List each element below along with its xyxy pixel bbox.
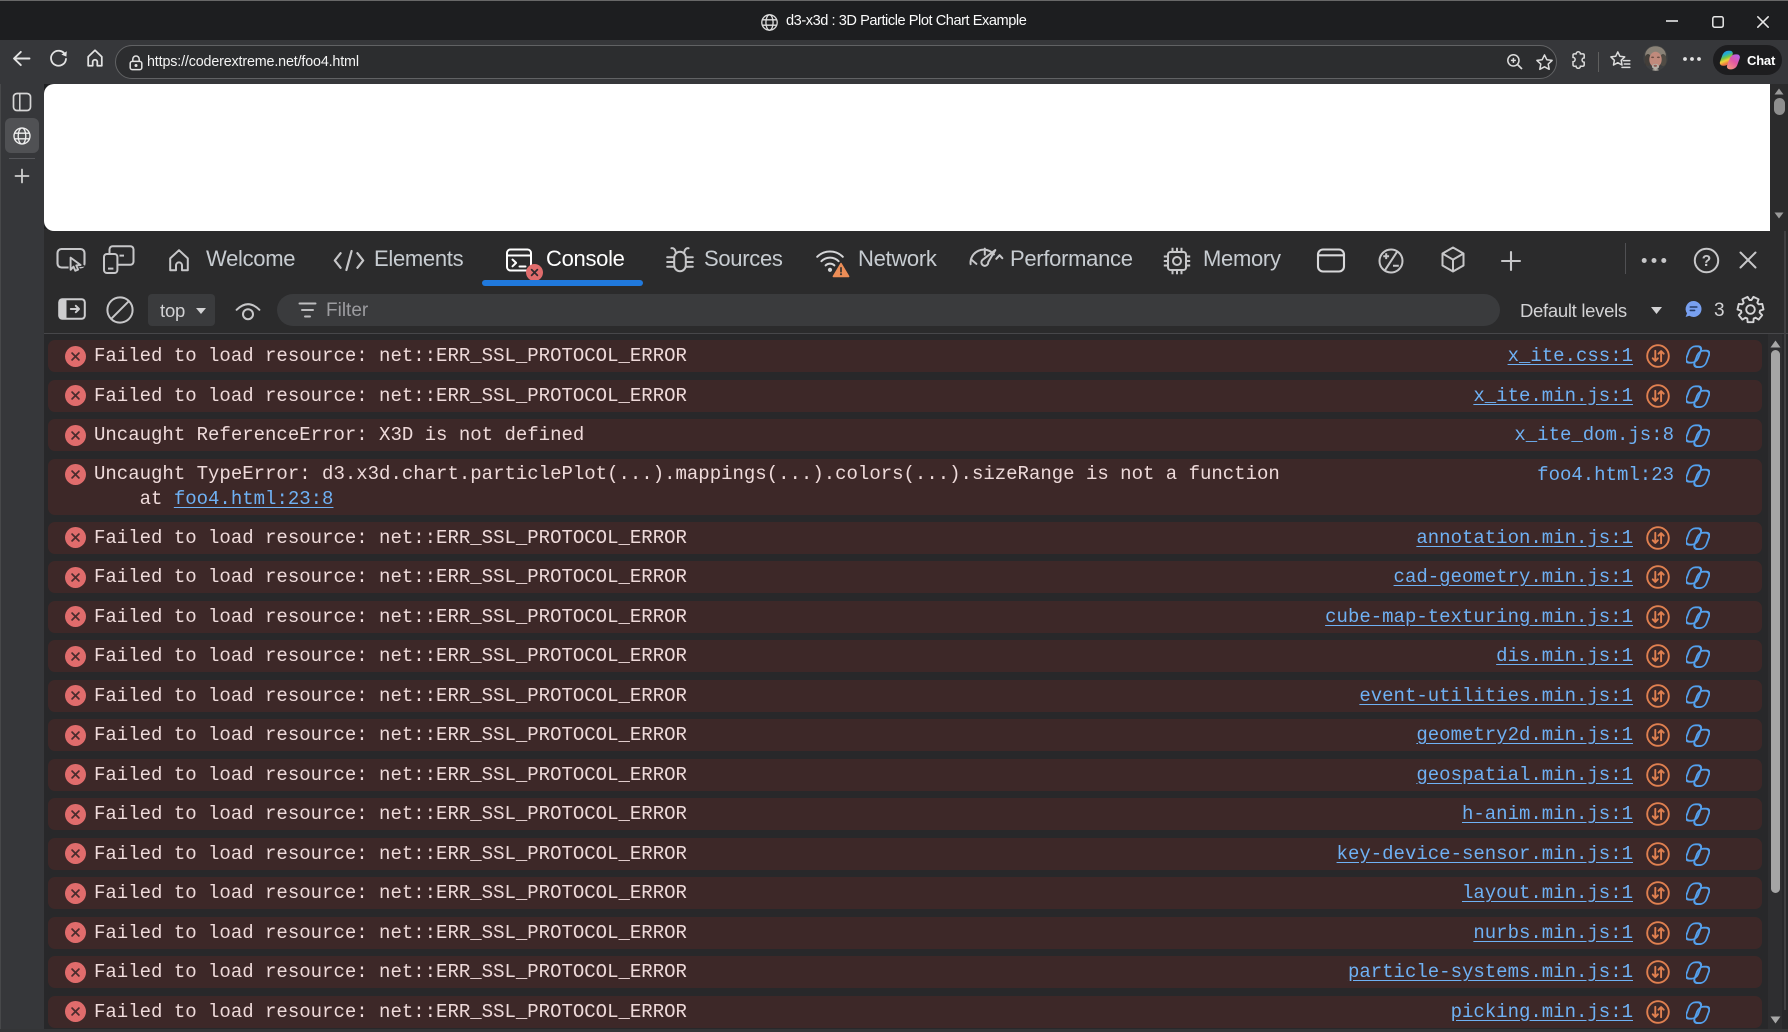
svg-text:?: ? (1702, 253, 1711, 270)
